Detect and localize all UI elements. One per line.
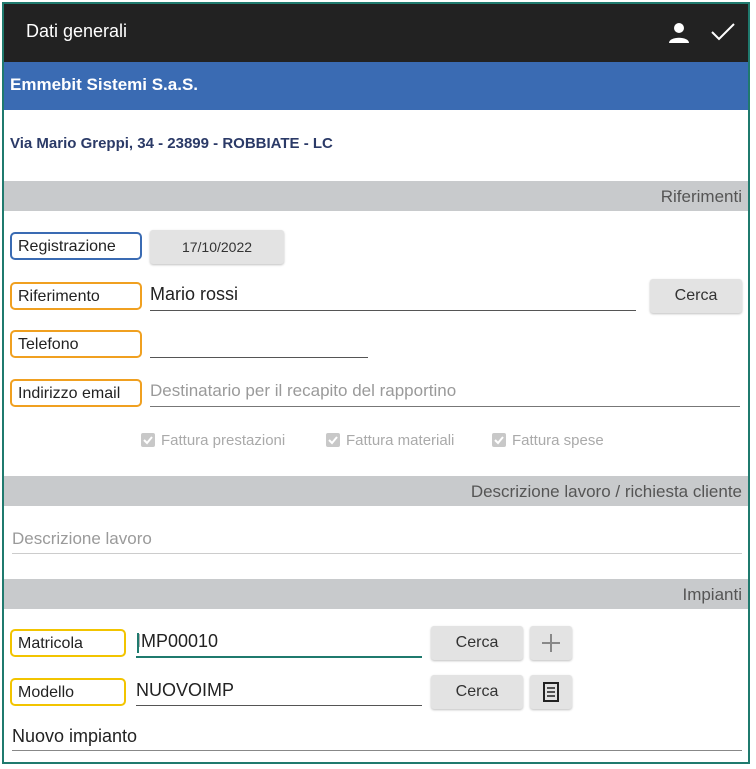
registration-date-button[interactable]: 17/10/2022 — [150, 230, 284, 264]
section-riferimenti: Riferimenti — [4, 181, 748, 211]
section-impianti: Impianti — [4, 579, 748, 609]
checkbox-label: Fattura materiali — [346, 432, 455, 449]
cerca-modello-button[interactable]: Cerca — [431, 675, 523, 709]
company-bar: Emmebit Sistemi S.a.S. — [4, 62, 748, 110]
list-icon — [543, 682, 559, 702]
modello-label: Modello — [10, 678, 126, 706]
text-caret — [137, 633, 139, 653]
section-descrizione: Descrizione lavoro / richiesta cliente — [4, 476, 748, 506]
modello-input[interactable]: NUOVOIMP — [136, 680, 422, 706]
matricola-value: IMP00010 — [136, 631, 219, 651]
matricola-input[interactable]: IMP00010 — [136, 631, 422, 658]
nuovo-impianto-field[interactable]: Nuovo impianto — [12, 726, 742, 751]
section-title: Riferimenti — [660, 187, 742, 206]
fattura-prestazioni-checkbox[interactable]: Fattura prestazioni — [141, 432, 285, 449]
add-impianto-button[interactable] — [530, 626, 572, 660]
list-impianto-button[interactable] — [530, 675, 572, 709]
fattura-materiali-checkbox[interactable]: Fattura materiali — [326, 432, 454, 449]
cerca-matricola-button[interactable]: Cerca — [431, 626, 523, 660]
telefono-label: Telefono — [10, 330, 142, 358]
checkbox-label: Fattura spese — [512, 432, 604, 449]
checkbox-icon — [492, 433, 506, 447]
descrizione-lavoro-input[interactable]: Descrizione lavoro — [12, 529, 742, 554]
registrazione-label: Registrazione — [10, 232, 142, 260]
cerca-riferimento-button[interactable]: Cerca — [650, 279, 742, 313]
top-bar: Dati generali — [4, 4, 748, 62]
user-icon[interactable] — [668, 22, 690, 44]
email-label: Indirizzo email — [10, 379, 142, 407]
company-name: Emmebit Sistemi S.a.S. — [10, 75, 199, 94]
telefono-input[interactable] — [150, 332, 368, 358]
plus-icon — [542, 634, 560, 652]
checkbox-label: Fattura prestazioni — [161, 432, 286, 449]
section-title: Impianti — [682, 585, 742, 604]
checkbox-icon — [326, 433, 340, 447]
riferimento-label: Riferimento — [10, 282, 142, 310]
email-input[interactable]: Destinatario per il recapito del rapport… — [150, 381, 740, 407]
riferimento-input[interactable]: Mario rossi — [150, 284, 636, 311]
matricola-label: Matricola — [10, 629, 126, 657]
fattura-spese-checkbox[interactable]: Fattura spese — [492, 432, 604, 449]
app-window: Dati generali Emmebit Sistemi S.a.S. Via… — [2, 2, 750, 764]
section-title: Descrizione lavoro / richiesta cliente — [470, 482, 742, 501]
company-address: Via Mario Greppi, 34 - 23899 - ROBBIATE … — [10, 135, 333, 152]
page-title: Dati generali — [26, 21, 128, 41]
check-icon[interactable] — [710, 21, 736, 43]
checkbox-icon — [141, 433, 155, 447]
